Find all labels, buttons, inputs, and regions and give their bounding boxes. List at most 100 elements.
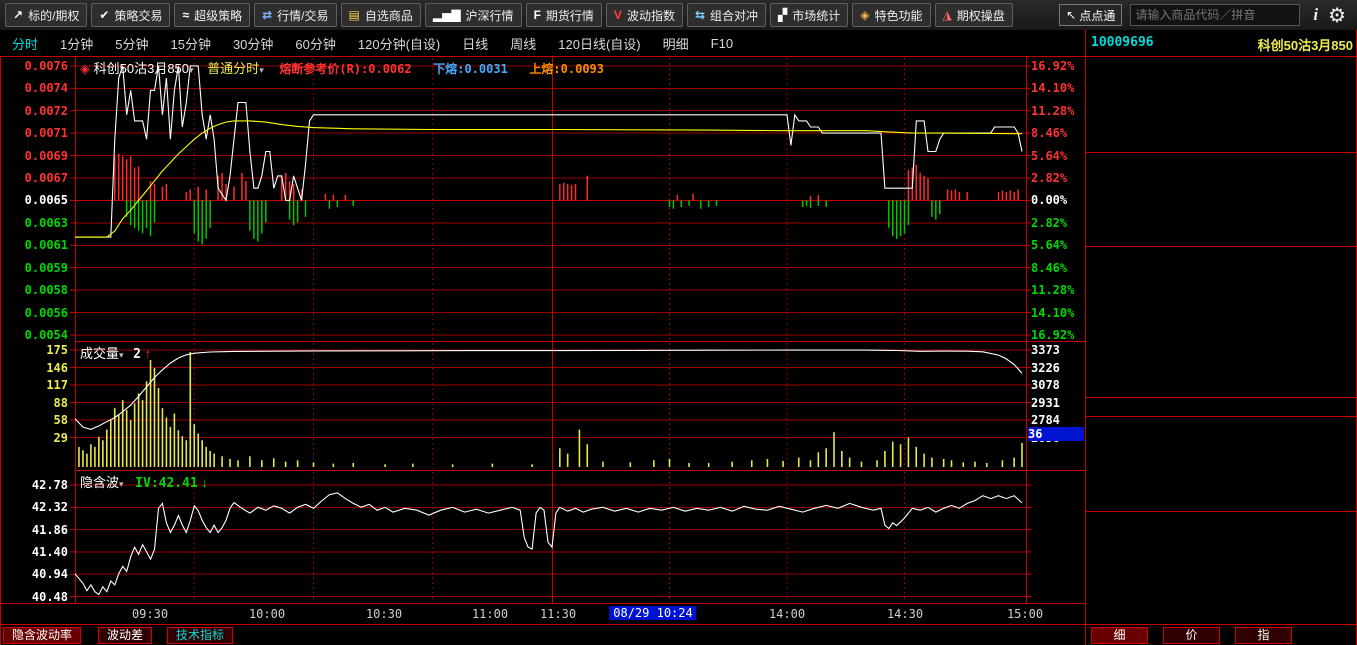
quote-tab-价[interactable]: 价 [1163,627,1220,644]
contract-name: 科创50沽3月850 [1258,35,1353,54]
iv-title[interactable]: 隐含波 [80,475,119,490]
toolbar-icon: ⇆ [695,8,705,22]
diandiantong-button[interactable]: ↖ 点点通 [1059,4,1122,26]
indicator-tab-隐含波动率[interactable]: 隐含波动率 [3,627,81,644]
toolbar-button-label: 特色功能 [875,7,923,24]
toolbar-button-特色功能[interactable]: ◈ 特色功能 [852,3,930,27]
top-toolbar: ↗ 标的/期权 ✔ 策略交易 ≈ 超级策略 ⇄ 行情/交易 ▤自选商品 ▂▅▇ 沪深行情 F 期货行情 V… [0,0,1357,30]
toolbar-icon: ✔ [99,8,109,22]
chevron-down-icon[interactable]: ▾ [189,65,194,75]
cursor-help-icon: ↖ [1066,8,1076,22]
contract-header: 10009696 科创50沽3月850 [1085,30,1357,56]
toolbar-button-市场统计[interactable]: ▞ 市场统计 [770,3,848,27]
quote-panel-tabs: 细价指 [1085,625,1357,645]
toolbar-icon: ▞ [778,8,787,22]
time-label: 14:00 [769,607,805,621]
search-input[interactable] [1130,4,1300,26]
toolbar-icon: ◈ [860,8,869,22]
intraday-chart[interactable] [0,56,1085,604]
toolbar-icon: ≈ [182,8,189,22]
quote-panel: 卖五0.00751卖四0.007421卖三0.007381卖二0.00721卖一… [1085,56,1357,645]
volume-pane-header: 成交量▾ 2 ↑ [80,343,151,362]
indicator-tab-技术指标[interactable]: 技术指标 [167,627,233,644]
time-label: 11:30 [540,607,576,621]
toolbar-icon: ⇄ [262,8,272,22]
up-arrow-icon: ↑ [145,346,152,361]
toolbar-button-label: 策略交易 [114,7,162,24]
toolbar-button-沪深行情[interactable]: ▂▅▇ 沪深行情 [425,3,522,27]
toolbar-buttons: ↗ 标的/期权 ✔ 策略交易 ≈ 超级策略 ⇄ 行情/交易 ▤自选商品 ▂▅▇ 沪深行情 F 期货行情 V… [3,3,1015,27]
time-label: 15:00 [1007,607,1043,621]
period-tab-30分钟[interactable]: 30分钟 [233,34,273,53]
toolbar-button-自选商品[interactable]: ▤自选商品 [341,3,421,27]
time-axis: 09:30 10:00 10:30 11:00 11:30 14:00 14:30 15:00… [0,604,1085,624]
toolbar-button-超级策略[interactable]: ≈ 超级策略 [174,3,250,27]
period-tab-周线[interactable]: 周线 [510,34,536,53]
period-tab-1分钟[interactable]: 1分钟 [60,34,93,53]
toolbar-icon: ◮ [943,8,952,22]
toolbar-icon: F [534,8,541,22]
toolbar-icon: V [614,8,622,22]
volume-title[interactable]: 成交量 [80,346,119,361]
quote-tab-细[interactable]: 细 [1091,627,1148,644]
period-bar: 分时 1分钟 5分钟 15分钟 30分钟 60分钟 120分钟(自设) 日线 周线 120日线(自… [0,30,1085,56]
diamond-icon: ◈ [80,61,90,76]
toolbar-button-label: 沪深行情 [466,7,514,24]
period-tab-5分钟[interactable]: 5分钟 [115,34,148,53]
series-implied-volatility [75,493,1022,595]
period-tab-日线[interactable]: 日线 [462,34,488,53]
series-open-interest [75,350,1022,429]
toolbar-icon: ▤ [349,8,360,22]
quote-tab-指[interactable]: 指 [1235,627,1292,644]
toolbar-button-label: 行情/交易 [277,7,328,24]
iv-value: IV:42.41 [135,476,198,491]
info-icon[interactable]: i [1313,5,1318,25]
toolbar-button-组合对冲[interactable]: ⇆ 组合对冲 [687,3,766,27]
diandiantong-label: 点点通 [1079,7,1115,24]
price-pane-header: ◈ 科创50沽3月850▾ 普通分时▾ 熔断参考价(R):0.0062 下熔:0… [80,58,604,77]
chart-symbol[interactable]: 科创50沽3月850 [94,61,189,76]
toolbar-right-cluster: ↖ 点点通 i ⚙ [1059,0,1351,30]
period-tab-15分钟[interactable]: 15分钟 [170,34,210,53]
toolbar-button-标的/期权[interactable]: ↗ 标的/期权 [5,3,87,27]
toolbar-icon: ▂▅▇ [433,8,461,22]
toolbar-button-策略交易[interactable]: ✔ 策略交易 [91,3,170,27]
chart-mode[interactable]: 普通分时 [207,61,259,76]
toolbar-button-label: 期货行情 [546,7,594,24]
toolbar-button-label: 市场统计 [792,7,840,24]
period-tab-120日线(自设)[interactable]: 120日线(自设) [558,34,640,53]
toolbar-button-期权操盘[interactable]: ◮ 期权操盘 [935,3,1013,27]
time-label: 10:30 [366,607,402,621]
series-price [75,66,1022,237]
indicator-tabs: 隐含波动率波动差技术指标 [0,625,1085,645]
crosshair-time-label: 08/29 10:24 [609,606,696,620]
volume-param: 2 [133,347,141,362]
options-trading-terminal: ↗ 标的/期权 ✔ 策略交易 ≈ 超级策略 ⇄ 行情/交易 ▤自选商品 ▂▅▇ 沪深行情 F 期货行情 V… [0,0,1357,645]
toolbar-button-label: 超级策略 [194,7,242,24]
toolbar-button-label: 期权操盘 [957,7,1005,24]
iv-pane-header: 隐含波▾ IV:42.41 ↓ [80,472,208,491]
period-tab-60分钟[interactable]: 60分钟 [295,34,335,53]
chevron-down-icon[interactable]: ▾ [119,479,124,489]
chevron-down-icon[interactable]: ▾ [259,65,264,75]
gear-icon[interactable]: ⚙ [1328,3,1346,28]
period-tab-明细[interactable]: 明细 [663,34,689,53]
time-label: 09:30 [132,607,168,621]
toolbar-button-label: 组合对冲 [710,7,758,24]
toolbar-button-label: 标的/期权 [28,7,79,24]
indicator-tab-波动差[interactable]: 波动差 [98,627,152,644]
toolbar-button-期货行情[interactable]: F 期货行情 [526,3,602,27]
time-label: 10:00 [249,607,285,621]
period-tab-120分钟(自设)[interactable]: 120分钟(自设) [358,34,440,53]
toolbar-button-波动指数[interactable]: V波动指数 [606,3,683,27]
toolbar-icon: ↗ [13,8,23,22]
fuse-reference-price: 熔断参考价(R):0.0062 [279,62,411,76]
period-tab-F10[interactable]: F10 [711,36,733,51]
period-tab-分时[interactable]: 分时 [12,34,38,53]
chevron-down-icon[interactable]: ▾ [119,350,124,360]
time-label: 11:00 [472,607,508,621]
down-arrow-icon: ↓ [201,475,208,490]
fuse-upper-limit: 上熔:0.0093 [529,62,604,76]
toolbar-button-行情/交易[interactable]: ⇄ 行情/交易 [254,3,336,27]
time-label: 14:30 [887,607,923,621]
